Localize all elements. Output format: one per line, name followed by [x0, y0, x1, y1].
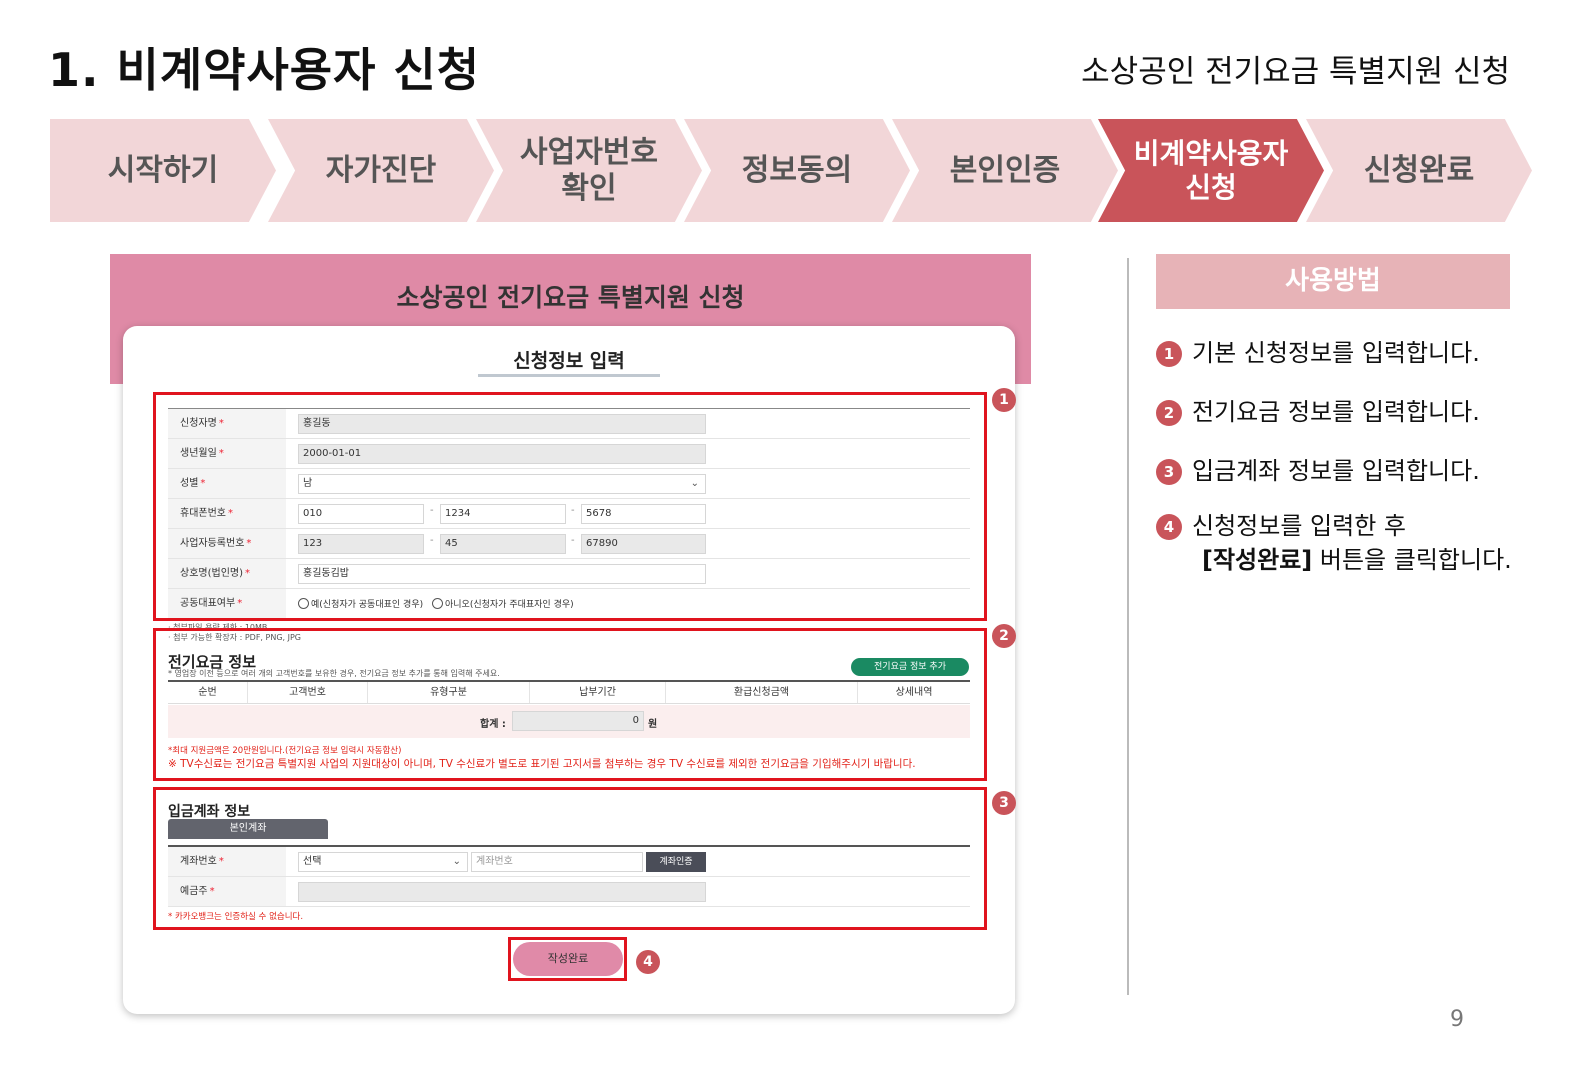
highlight-box-3 [153, 787, 987, 930]
marker-4: 4 [636, 950, 660, 974]
divider-line [1127, 258, 1129, 995]
help-item-4: 4 신청정보를 입력한 후 [1156, 511, 1406, 541]
help-item-1: 1 기본 신청정보를 입력합니다. [1156, 338, 1480, 368]
marker-1: 1 [992, 388, 1016, 412]
help-item-2: 2 전기요금 정보를 입력합니다. [1156, 397, 1480, 427]
card-title-underline [478, 374, 660, 377]
step-self-check: 자가진단 [268, 119, 494, 222]
help-title: 사용방법 [1156, 254, 1510, 309]
highlight-box-1 [153, 392, 987, 621]
marker-2: 2 [992, 624, 1016, 648]
step-bizno-check: 사업자번호 확인 [476, 119, 702, 222]
slide-subtitle: 소상공인 전기요금 특별지원 신청 [1081, 54, 1510, 90]
highlight-box-2 [153, 628, 987, 781]
progress-steps: 시작하기 자가진단 사업자번호 확인 정보동의 본인인증 비계약사용자 신청 신청완… [50, 119, 1532, 222]
step-consent: 정보동의 [684, 119, 910, 222]
help-item-4-detail: [작성완료] 버튼을 클릭합니다. [1202, 546, 1512, 574]
page-number: 9 [1450, 1007, 1464, 1032]
marker-3: 3 [992, 791, 1016, 815]
highlight-box-4 [508, 937, 627, 981]
application-screenshot: 소상공인 전기요금 특별지원 신청 신청정보 입력 신청자명 * 홍길동 생년월일… [110, 254, 1031, 1020]
step-start: 시작하기 [50, 119, 276, 222]
card-title: 신청정보 입력 [513, 350, 625, 372]
step-identity: 본인인증 [892, 119, 1118, 222]
help-item-3: 3 입금계좌 정보를 입력합니다. [1156, 456, 1480, 486]
step-complete: 신청완료 [1306, 119, 1532, 222]
step-noncontract-apply: 비계약사용자 신청 [1098, 119, 1324, 222]
slide-title: 1. 비계약사용자 신청 [48, 43, 481, 97]
screenshot-header-title: 소상공인 전기요금 특별지원 신청 [396, 283, 745, 312]
